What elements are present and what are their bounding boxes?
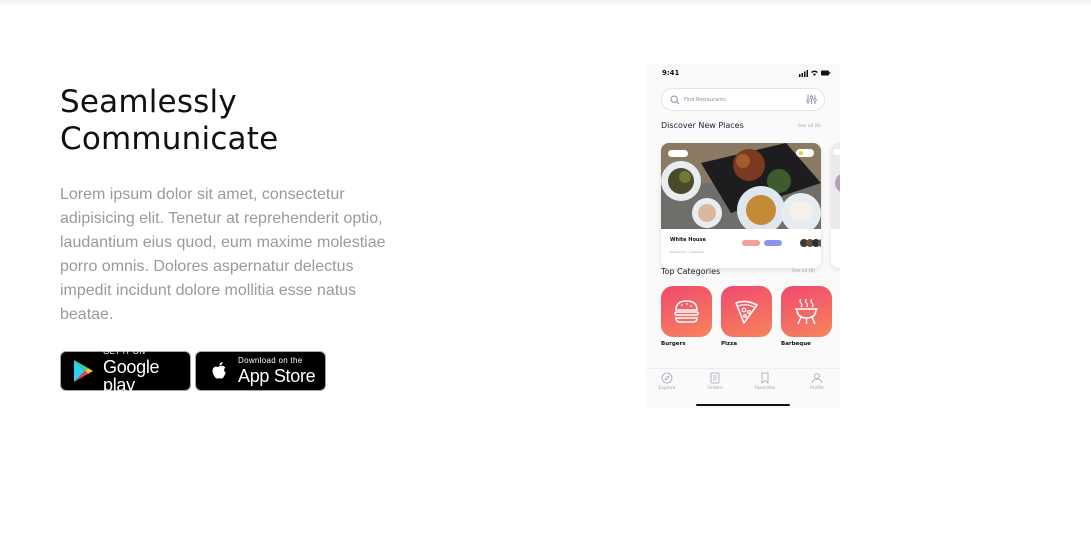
apple-badge-small-text: Download on the	[238, 356, 303, 365]
discover-see-all-link[interactable]: See all (8)	[798, 124, 821, 129]
category-burgers[interactable]	[661, 286, 712, 337]
section-title-line-2: Communicate	[60, 121, 279, 157]
tab-orders[interactable]: Orders	[697, 372, 733, 396]
restaurant-name: White House	[670, 237, 706, 243]
restaurant-photo-next	[831, 143, 840, 229]
status-time: 9:41	[662, 69, 680, 77]
section-title-line-1: Seamlessly	[60, 84, 237, 120]
tag-pill	[742, 240, 760, 246]
tab-label-profile: Profile	[810, 386, 824, 391]
google-badge-big-text: Google play	[103, 357, 160, 395]
app-store-badge[interactable]: Download on the App Store	[195, 351, 326, 391]
category-pizza[interactable]	[721, 286, 772, 337]
category-label-burgers: Burgers	[661, 341, 686, 347]
category-barbeque[interactable]	[781, 286, 832, 337]
google-play-badge[interactable]: GET IT ON Google play	[60, 347, 191, 395]
bookmark-icon	[761, 372, 769, 384]
google-badge-small-text: GET IT ON	[103, 347, 146, 356]
orders-icon	[710, 372, 720, 384]
burger-icon	[674, 300, 699, 323]
discover-title: Discover New Places	[661, 121, 744, 130]
search-icon	[670, 95, 680, 105]
profile-icon	[812, 373, 822, 384]
home-indicator	[696, 404, 790, 406]
restaurant-card[interactable]: White House Restaurant · Lebanese	[661, 143, 821, 268]
tab-label-orders: Orders	[707, 386, 723, 391]
avatar-group	[800, 239, 821, 247]
compass-icon	[661, 372, 673, 384]
tab-label-explore: Explore	[658, 386, 676, 391]
categories-see-all-link[interactable]: See all (9)	[792, 269, 815, 274]
apple-icon	[212, 362, 226, 379]
apple-badge-big-text: App Store	[238, 366, 316, 386]
restaurant-subtitle: Restaurant · Lebanese	[670, 250, 704, 254]
tag-pill	[764, 240, 782, 246]
search-input[interactable]	[684, 93, 794, 107]
tab-explore[interactable]: Explore	[649, 372, 685, 396]
header-shadow	[0, 0, 1091, 6]
search-bar[interactable]	[661, 88, 825, 111]
section-title: Seamlessly Communicate	[60, 84, 420, 158]
categories-title: Top Categories	[661, 267, 721, 276]
restaurant-photo	[661, 143, 821, 229]
restaurant-card-next[interactable]	[831, 143, 840, 268]
section-description: Lorem ipsum dolor sit amet, consectetur …	[60, 186, 386, 323]
pizza-icon	[735, 300, 758, 324]
filter-icon[interactable]	[806, 94, 817, 105]
tab-profile[interactable]: Profile	[799, 372, 835, 396]
grill-icon	[795, 298, 818, 325]
phone-mockup: 9:41 Discover New Places See all (8)	[646, 64, 840, 408]
tab-favorites[interactable]: Favorites	[747, 372, 783, 396]
status-bar: 9:41	[646, 64, 840, 82]
status-icons	[799, 70, 831, 77]
google-play-icon	[74, 360, 93, 382]
category-label-pizza: Pizza	[721, 341, 738, 347]
bottom-tab-bar: Explore Orders Favorites Profile	[646, 368, 840, 398]
tab-label-favorites: Favorites	[754, 386, 776, 391]
category-label-barbeque: Barbeque	[781, 341, 811, 347]
